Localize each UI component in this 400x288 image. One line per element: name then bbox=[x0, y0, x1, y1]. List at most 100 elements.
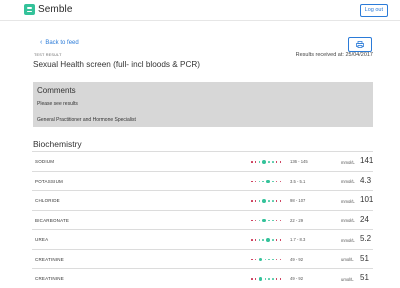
normal-range-dot bbox=[272, 278, 274, 280]
normal-range-dot bbox=[272, 180, 274, 183]
reference-range: 98 - 107 bbox=[290, 198, 306, 203]
reference-range: 1.7 - 8.3 bbox=[290, 237, 306, 242]
received-info: Results received at: 25/04/2017 bbox=[296, 52, 373, 58]
out-of-range-dot bbox=[279, 180, 282, 183]
result-row[interactable]: SODIUM 136 - 145 mmol/L 141 bbox=[32, 151, 373, 171]
result-row[interactable]: POTASSIUM 3.5 - 5.1 mmol/L 4.3 bbox=[32, 170, 373, 191]
result-name: CREATININE bbox=[35, 256, 64, 262]
normal-range-dot bbox=[272, 219, 274, 222]
normal-range-dot bbox=[268, 278, 270, 280]
normal-range-dot bbox=[268, 258, 270, 261]
result-name: CHLORIDE bbox=[35, 198, 60, 203]
result-row[interactable]: UREA 1.7 - 8.3 mmol/L 5.2 bbox=[32, 229, 373, 249]
reference-range: 22 - 29 bbox=[290, 217, 304, 223]
section-title: Biochemistry bbox=[33, 139, 82, 149]
normal-range-dot bbox=[262, 239, 264, 241]
out-of-range-dot bbox=[251, 200, 253, 202]
out-of-range-dot bbox=[275, 219, 278, 222]
result-unit: mmol/L bbox=[341, 179, 355, 184]
result-position-marker bbox=[266, 238, 270, 242]
logout-button[interactable]: Log out bbox=[359, 4, 388, 17]
result-position-marker bbox=[258, 277, 263, 281]
normal-range-dot bbox=[258, 219, 261, 222]
out-of-range-dot bbox=[275, 161, 278, 163]
result-name: BICARBONATE bbox=[35, 217, 70, 223]
normal-range-dot bbox=[258, 200, 261, 202]
out-of-range-dot bbox=[279, 200, 282, 202]
range-indicator bbox=[251, 238, 282, 242]
result-unit: mmol/L bbox=[341, 237, 355, 243]
result-name: SODIUM bbox=[35, 159, 55, 164]
reference-range: 49 - 92 bbox=[290, 276, 304, 281]
out-of-range-dot bbox=[279, 219, 282, 222]
result-value: 24 bbox=[360, 214, 369, 224]
received-date: 25/04/2017 bbox=[345, 52, 373, 58]
result-position-marker bbox=[262, 199, 267, 203]
result-name: POTASSIUM bbox=[35, 178, 63, 184]
out-of-range-dot bbox=[279, 258, 282, 261]
printer-icon bbox=[356, 41, 364, 48]
normal-range-dot bbox=[258, 239, 261, 241]
top-bar: Semble Log out bbox=[0, 0, 400, 21]
out-of-range-dot bbox=[279, 161, 282, 163]
out-of-range-dot bbox=[275, 180, 278, 183]
result-name: CREATININE bbox=[35, 276, 64, 281]
range-indicator bbox=[251, 257, 282, 262]
results-list: SODIUM 136 - 145 mmol/L 141 POTASSIUM 3.… bbox=[32, 151, 373, 288]
out-of-range-dot bbox=[275, 200, 278, 202]
out-of-range-dot bbox=[251, 258, 253, 261]
range-indicator bbox=[251, 277, 282, 281]
result-position-marker bbox=[262, 160, 267, 164]
comment-line: General Practitioner and Hormone Special… bbox=[37, 117, 136, 123]
out-of-range-dot bbox=[275, 239, 278, 241]
result-value: 101 bbox=[360, 195, 374, 204]
out-of-range-dot bbox=[251, 278, 253, 280]
result-row[interactable]: BICARBONATE 22 - 29 mmol/L 24 bbox=[32, 209, 373, 230]
out-of-range-dot bbox=[279, 239, 282, 241]
received-label: Results received at: bbox=[295, 52, 344, 58]
out-of-range-dot bbox=[275, 258, 278, 261]
back-to-feed-link[interactable]: ‹ Back to feed bbox=[40, 39, 79, 46]
normal-range-dot bbox=[272, 258, 274, 261]
result-name: UREA bbox=[35, 237, 49, 242]
result-unit: umol/L bbox=[341, 276, 354, 282]
page-title: Sexual Health screen (full- incl bloods … bbox=[33, 60, 201, 69]
out-of-range-dot bbox=[275, 278, 278, 280]
print-button[interactable] bbox=[348, 37, 372, 52]
comment-line: Please see results bbox=[37, 101, 78, 107]
out-of-range-dot bbox=[254, 161, 257, 163]
out-of-range-dot bbox=[254, 180, 257, 183]
result-value: 51 bbox=[360, 253, 369, 263]
normal-range-dot bbox=[272, 200, 274, 202]
range-indicator bbox=[251, 179, 282, 184]
result-unit: mmol/L bbox=[341, 218, 355, 223]
normal-range-dot bbox=[268, 161, 270, 163]
result-unit: mmol/L bbox=[341, 159, 355, 165]
out-of-range-dot bbox=[251, 180, 253, 183]
reference-range: 49 - 92 bbox=[290, 256, 304, 262]
result-value: 4.3 bbox=[360, 175, 372, 185]
out-of-range-dot bbox=[254, 239, 257, 241]
reference-range: 136 - 145 bbox=[290, 159, 308, 164]
normal-range-dot bbox=[268, 200, 270, 202]
brand-logo[interactable]: Semble bbox=[24, 4, 73, 15]
result-row[interactable]: CREATININE 49 - 92 umol/L 51 bbox=[32, 248, 373, 269]
out-of-range-dot bbox=[279, 278, 282, 280]
range-indicator bbox=[251, 218, 282, 223]
normal-range-dot bbox=[258, 161, 261, 163]
chevron-left-icon: ‹ bbox=[40, 39, 43, 46]
out-of-range-dot bbox=[254, 258, 257, 261]
normal-range-dot bbox=[272, 161, 274, 163]
normal-range-dot bbox=[272, 239, 274, 241]
normal-range-dot bbox=[264, 258, 267, 261]
comments-heading: Comments bbox=[37, 86, 76, 95]
comments-panel: Comments Please see results General Prac… bbox=[33, 82, 373, 127]
result-row[interactable]: CREATININE 49 - 92 umol/L 51 bbox=[32, 268, 373, 288]
result-unit: mmol/L bbox=[341, 198, 355, 204]
out-of-range-dot bbox=[254, 219, 257, 222]
result-position-marker bbox=[266, 179, 270, 184]
brand-name: Semble bbox=[38, 4, 73, 15]
range-indicator bbox=[251, 199, 282, 203]
result-unit: umol/L bbox=[341, 257, 354, 262]
result-row[interactable]: CHLORIDE 98 - 107 mmol/L 101 bbox=[32, 190, 373, 210]
